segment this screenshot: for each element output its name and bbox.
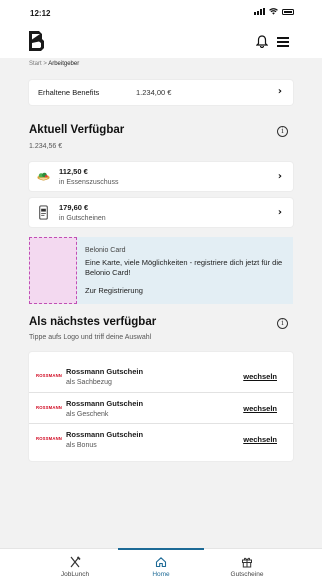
list-item: ROSSMANN Rossmann Gutschein als Geschenk…: [29, 392, 293, 422]
benefits-card[interactable]: Erhaltene Benefits 1.234,00 € ›: [29, 80, 293, 105]
belonio-logo[interactable]: [29, 31, 46, 51]
home-icon: [155, 557, 167, 568]
available-description: in Essenszuschuss: [59, 179, 119, 186]
tab-label: Home: [152, 571, 170, 578]
voucher-name: Rossmann Gutschein: [66, 399, 144, 408]
benefits-value: 1.234,00 €: [136, 88, 172, 97]
promo-text: Eine Karte, viele Möglichkeiten - regist…: [85, 258, 283, 277]
status-time: 12:12: [30, 9, 51, 18]
status-icons: [254, 8, 294, 15]
app-header: [0, 26, 322, 58]
promo-image-placeholder: [29, 237, 77, 304]
promo-register-link[interactable]: Zur Registrierung: [85, 286, 143, 295]
bell-icon[interactable]: [256, 35, 268, 48]
switch-link[interactable]: wechseln: [243, 435, 277, 444]
cutlery-icon: [70, 556, 81, 568]
rossmann-logo[interactable]: ROSSMANN: [36, 405, 62, 410]
chevron-right-icon: ›: [277, 171, 282, 182]
tab-label: JobLunch: [60, 571, 90, 578]
next-available-list: ROSSMANN Rossmann Gutschein als Sachbezu…: [29, 352, 293, 461]
voucher-name: Rossmann Gutschein: [66, 367, 144, 376]
tab-joblunch[interactable]: JobLunch: [32, 549, 118, 586]
list-item: ROSSMANN Rossmann Gutschein als Sachbezu…: [29, 361, 293, 391]
next-available-subtitle: Tippe aufs Logo und triff deine Auswahl: [29, 334, 152, 341]
next-available-title: Als nächstes verfügbar: [29, 316, 157, 328]
available-amount: 112,50 €: [59, 167, 88, 176]
breadcrumb-separator: >: [43, 61, 47, 67]
available-description: in Gutscheinen: [59, 215, 106, 222]
switch-link[interactable]: wechseln: [243, 404, 277, 413]
available-item-vouchers[interactable]: 179,60 € in Gutscheinen ›: [29, 198, 293, 227]
battery-icon: [282, 8, 294, 15]
available-title: Aktuell Verfügbar: [29, 124, 125, 136]
info-icon[interactable]: i: [277, 126, 288, 137]
salad-bowl-icon: [37, 172, 50, 181]
info-icon[interactable]: i: [277, 318, 288, 329]
available-total: 1.234,56 €: [29, 143, 63, 150]
voucher-type: als Geschenk: [66, 411, 109, 418]
voucher-name: Rossmann Gutschein: [66, 430, 144, 439]
rossmann-logo[interactable]: ROSSMANN: [36, 373, 62, 378]
gift-icon: [242, 557, 252, 568]
voucher-type: als Sachbezug: [66, 379, 112, 386]
voucher-type: als Bonus: [66, 442, 97, 449]
benefits-label: Erhaltene Benefits: [38, 88, 100, 97]
promo-title: Belonio Card: [85, 247, 126, 254]
menu-icon[interactable]: [277, 37, 289, 47]
tab-home[interactable]: Home: [118, 548, 204, 586]
breadcrumb: Start > Arbeitgeber: [29, 61, 79, 67]
rossmann-logo[interactable]: ROSSMANN: [36, 436, 62, 441]
tab-gutscheine[interactable]: Gutscheine: [204, 549, 290, 586]
breadcrumb-home[interactable]: Start: [29, 61, 42, 67]
chevron-right-icon: ›: [277, 207, 282, 218]
bottom-tab-bar: JobLunch Home Gutscheine: [0, 548, 322, 586]
breadcrumb-current: Arbeitgeber: [48, 61, 80, 67]
status-bar: 12:12: [0, 0, 322, 26]
chevron-right-icon: ›: [277, 86, 282, 97]
switch-link[interactable]: wechseln: [243, 372, 277, 381]
belonio-card-promo[interactable]: Belonio Card Eine Karte, viele Möglichke…: [29, 237, 293, 304]
signal-icon: [254, 8, 265, 15]
tab-label: Gutscheine: [230, 571, 264, 578]
available-amount: 179,60 €: [59, 203, 89, 212]
phone-voucher-icon: [39, 205, 48, 220]
list-item: ROSSMANN Rossmann Gutschein als Bonus we…: [29, 423, 293, 453]
available-item-meal[interactable]: 112,50 € in Essenszuschuss ›: [29, 162, 293, 191]
wifi-icon: [269, 8, 278, 15]
